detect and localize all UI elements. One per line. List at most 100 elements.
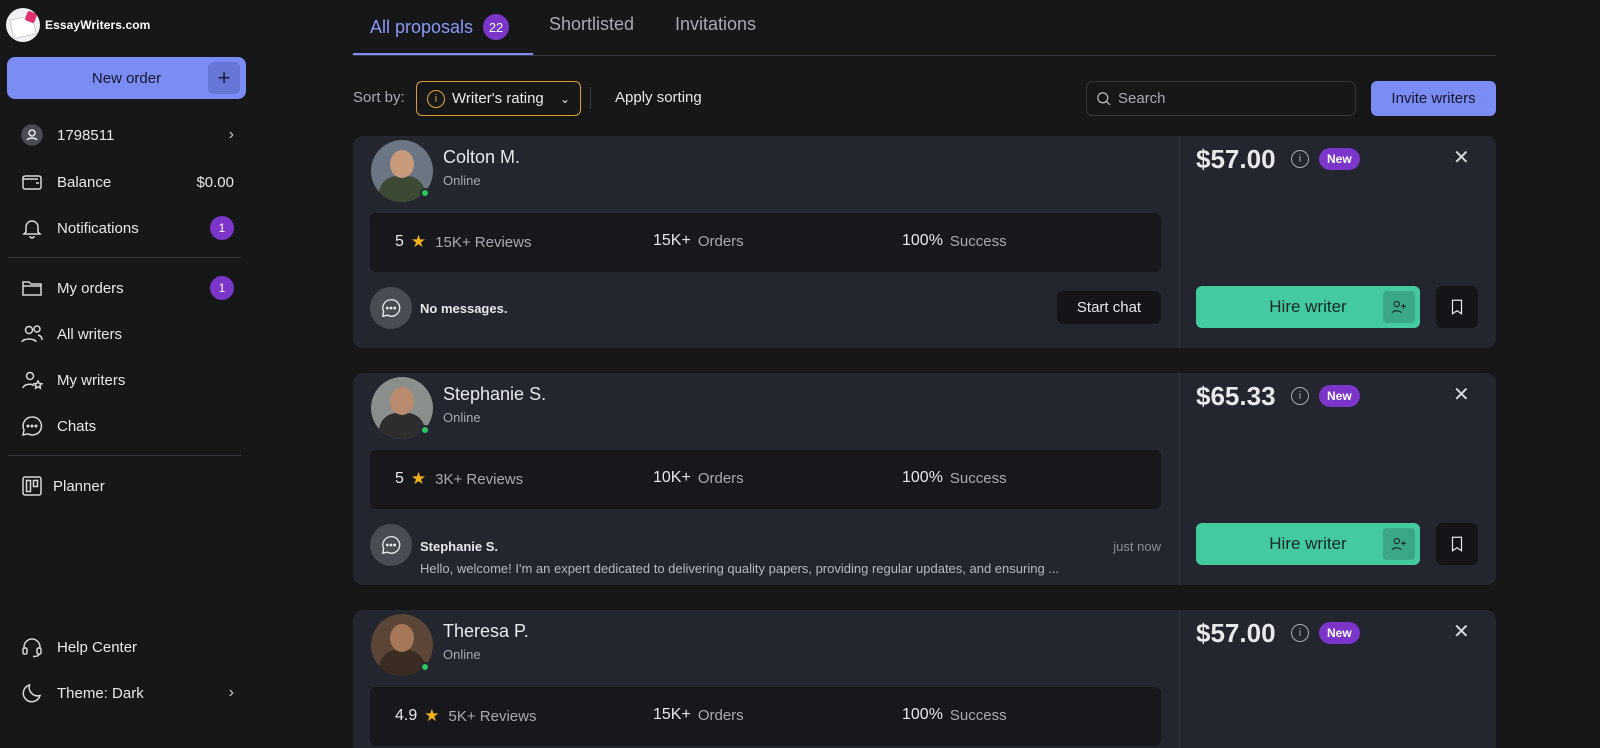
bookmark-icon <box>1451 536 1463 552</box>
user-plus-icon <box>1383 528 1415 560</box>
sort-dropdown[interactable]: i Writer's rating ⌄ <box>416 81 581 116</box>
new-badge: New <box>1319 385 1360 407</box>
star-icon: ★ <box>410 232 427 251</box>
success-label: Success <box>949 706 1007 724</box>
users-icon <box>18 320 46 348</box>
active-tab-indicator <box>353 53 533 55</box>
reviews-count: 15K+ Reviews <box>435 233 532 251</box>
info-icon[interactable]: i <box>1291 150 1309 168</box>
hire-writer-button[interactable]: Hire writer <box>1196 286 1420 328</box>
hire-writer-label: Hire writer <box>1269 534 1347 553</box>
logo-icon <box>6 8 40 42</box>
sidebar-item-account[interactable]: 1798511 › <box>18 117 234 153</box>
folder-icon <box>18 274 46 302</box>
my-writers-label: My writers <box>57 371 126 389</box>
star-icon: ★ <box>410 469 427 488</box>
invite-writers-button[interactable]: Invite writers <box>1371 81 1496 116</box>
start-chat-button[interactable]: Start chat <box>1057 291 1161 324</box>
message-time: just now <box>1113 539 1161 554</box>
moon-icon <box>18 679 46 707</box>
rating-value: 5 <box>395 233 404 250</box>
chevron-down-icon: ⌄ <box>559 91 570 106</box>
chat-icon <box>370 524 412 566</box>
sort-value: Writer's rating <box>452 90 544 107</box>
proposal-tabs: All proposals 22 Shortlisted Invitations <box>353 0 1496 56</box>
card-divider <box>1179 610 1180 748</box>
new-badge: New <box>1319 148 1360 170</box>
sidebar-divider <box>8 455 241 456</box>
message-preview[interactable]: Hello, welcome! I'm an expert dedicated … <box>420 561 1120 576</box>
sidebar-item-chats[interactable]: Chats <box>18 408 234 444</box>
close-icon[interactable]: ✕ <box>1453 148 1470 168</box>
success-rate: 100% <box>902 706 943 723</box>
brand-logo[interactable]: EssayWriters.com <box>6 8 150 42</box>
main-content: All proposals 22 Shortlisted Invitations… <box>353 0 1496 748</box>
writer-name[interactable]: Colton M. <box>443 147 520 168</box>
success-rate: 100% <box>902 232 943 249</box>
search-input[interactable] <box>1118 90 1338 107</box>
success-label: Success <box>949 232 1007 250</box>
search-box <box>1086 81 1356 116</box>
new-order-label: New order <box>91 69 162 87</box>
my-orders-badge: 1 <box>210 276 234 300</box>
chevron-right-icon: › <box>228 126 234 143</box>
success-label: Success <box>949 469 1007 487</box>
my-orders-label: My orders <box>57 279 124 297</box>
close-icon[interactable]: ✕ <box>1453 385 1470 405</box>
new-order-button[interactable]: New order + <box>7 57 246 99</box>
card-divider <box>1179 373 1180 585</box>
writer-status: Online <box>443 410 481 425</box>
tab-invitations[interactable]: Invitations <box>675 14 756 35</box>
search-icon <box>1097 92 1111 106</box>
planner-label: Planner <box>53 477 105 495</box>
sidebar-item-theme[interactable]: Theme: Dark › <box>18 675 234 711</box>
writer-status: Online <box>443 647 481 662</box>
tab-shortlisted-label: Shortlisted <box>549 14 635 34</box>
sidebar-item-planner[interactable]: Planner <box>18 468 234 504</box>
info-icon[interactable]: i <box>1291 624 1309 642</box>
writer-name[interactable]: Theresa P. <box>443 621 529 642</box>
notifications-label: Notifications <box>57 219 139 237</box>
user-circle-icon <box>18 121 46 149</box>
writer-name[interactable]: Stephanie S. <box>443 384 546 405</box>
hire-writer-label: Hire writer <box>1269 297 1347 316</box>
reviews-count: 3K+ Reviews <box>435 470 524 488</box>
proposals-count-badge: 22 <box>483 14 510 40</box>
apply-sorting-button[interactable]: Apply sorting <box>615 89 702 106</box>
sidebar-item-help-center[interactable]: Help Center <box>18 629 234 665</box>
reviews-count: 5K+ Reviews <box>448 707 537 725</box>
bookmark-button[interactable] <box>1436 286 1478 328</box>
close-icon[interactable]: ✕ <box>1453 622 1470 642</box>
sidebar: EssayWriters.com New order + 1798511 › B… <box>0 0 248 748</box>
sort-by-label: Sort by: <box>353 89 405 106</box>
proposal-price: $57.00 <box>1196 144 1276 174</box>
orders-label: Orders <box>697 469 744 487</box>
user-plus-icon <box>1383 291 1415 323</box>
orders-count: 10K+ <box>653 469 691 486</box>
bookmark-button[interactable] <box>1436 523 1478 565</box>
tab-all-proposals[interactable]: All proposals 22 <box>370 14 510 40</box>
info-icon[interactable]: i <box>1291 387 1309 405</box>
wallet-icon <box>18 168 46 196</box>
sidebar-item-my-orders[interactable]: My orders 1 <box>18 270 234 306</box>
rating-value: 5 <box>395 470 404 487</box>
all-writers-label: All writers <box>57 325 123 343</box>
brand-name: EssayWriters.com <box>45 18 151 32</box>
sidebar-item-balance[interactable]: Balance $0.00 <box>18 164 234 200</box>
sidebar-item-my-writers[interactable]: My writers <box>18 362 234 398</box>
kanban-icon <box>18 472 46 500</box>
chevron-right-icon: › <box>228 684 234 701</box>
balance-value: $0.00 <box>196 173 234 191</box>
sidebar-item-all-writers[interactable]: All writers <box>18 316 234 352</box>
proposal-card: Colton M. Online 5 ★ 15K+ Reviews 15K+ O… <box>353 136 1496 348</box>
card-divider <box>1179 136 1180 348</box>
writer-status: Online <box>443 173 481 188</box>
tab-shortlisted[interactable]: Shortlisted <box>549 14 634 35</box>
proposal-price: $57.00 <box>1196 618 1276 648</box>
bell-icon <box>18 214 46 242</box>
sidebar-item-notifications[interactable]: Notifications 1 <box>18 210 234 246</box>
proposal-card: Theresa P. Online 4.9 ★ 5K+ Reviews 15K+… <box>353 610 1496 748</box>
hire-writer-button[interactable]: Hire writer <box>1196 523 1420 565</box>
orders-count: 15K+ <box>653 706 691 723</box>
balance-label: Balance <box>57 173 112 191</box>
